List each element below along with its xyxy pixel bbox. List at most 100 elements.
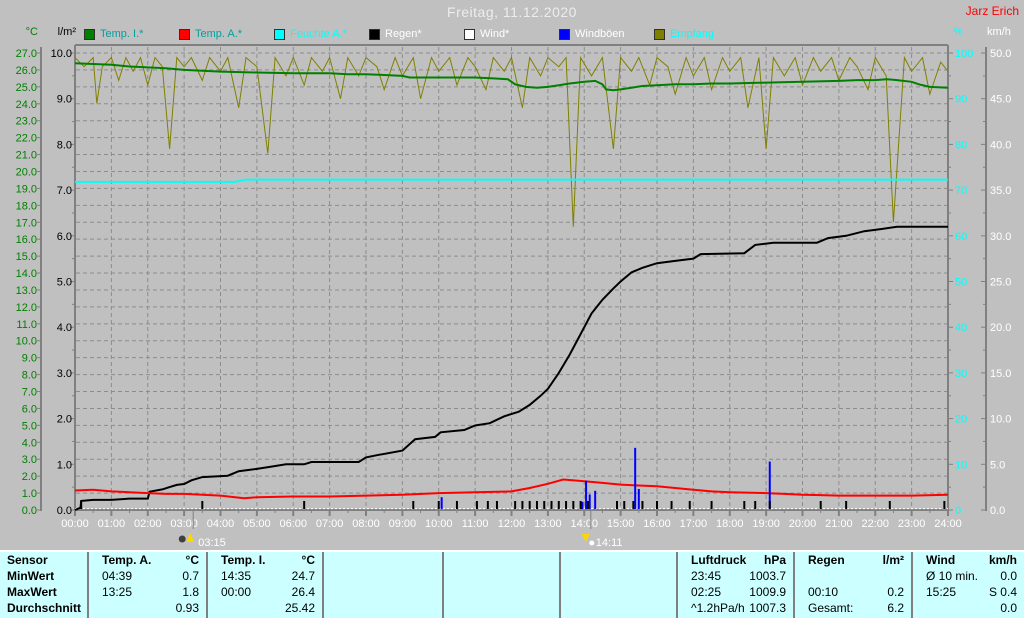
x-tick-label: 11:00 [462, 518, 489, 530]
weather-app-window: Freitag, 11.12.2020 Jarz Erich °C l/m² T… [0, 0, 1024, 618]
y-tick-label-wind: 10.0 [990, 414, 1011, 426]
y-tick-label-rain: 0.0 [57, 505, 72, 517]
y-tick-label-celsius: 20.0 [16, 166, 37, 178]
y-tick-label-rain: 8.0 [57, 139, 72, 151]
stat-value-cell: S 0.4 [989, 584, 1024, 600]
y-tick-label-humidity: 50 [955, 277, 967, 289]
stat-time-cell: ^1.2hPa/h [678, 600, 745, 616]
stat-value-cell [552, 600, 559, 616]
stats-col-row-labels: SensorMinWertMaxWertDurchschnitt [0, 552, 87, 618]
stat-group-unit: °C [186, 552, 206, 568]
stat-group-header: Temp. A. [89, 552, 151, 568]
moon-icon [589, 541, 594, 546]
x-tick-label: 05:00 [243, 518, 271, 530]
x-tick-label: 02:00 [134, 518, 162, 530]
stat-value-cell: 0.0 [1000, 600, 1024, 616]
y-tick-label-celsius: 12.0 [16, 302, 37, 314]
stat-time-cell [913, 600, 926, 616]
stat-group-unit [669, 552, 676, 568]
y-tick-label-celsius: 8.0 [22, 370, 37, 382]
moon-marker-time: 03:15 [198, 537, 226, 549]
stats-col-wind: Windkm/hØ 10 min.0.015:25S 0.40.0 [911, 552, 1024, 618]
stat-time-cell [444, 600, 457, 616]
y-tick-label-wind: 45.0 [990, 94, 1011, 106]
x-tick-label: 14:00 [570, 518, 598, 530]
y-tick-label-celsius: 13.0 [16, 285, 37, 297]
x-tick-label: 04:00 [207, 518, 235, 530]
y-tick-label-celsius: 17.0 [16, 217, 37, 229]
stat-value-cell [552, 584, 559, 600]
y-tick-label-rain: 6.0 [57, 231, 72, 243]
x-axis: 00:0001:0002:0003:0004:0005:0006:0007:00… [61, 510, 962, 530]
y-tick-label-wind: 25.0 [990, 277, 1011, 289]
stat-value-cell: 0.2 [887, 584, 911, 600]
stat-value-cell: 0.7 [182, 568, 206, 584]
y-tick-label-humidity: 60 [955, 231, 967, 243]
y-tick-label-wind: 50.0 [990, 48, 1011, 60]
y-tick-label-humidity: 80 [955, 139, 967, 151]
x-tick-label: 07:00 [316, 518, 344, 530]
y-tick-label-celsius: 3.0 [22, 454, 37, 466]
series-windböen [442, 448, 770, 509]
y-tick-label-humidity: 0 [955, 505, 961, 517]
y-tick-label-wind: 20.0 [990, 322, 1011, 334]
stat-group-header [444, 552, 457, 568]
stat-group-unit: km/h [989, 552, 1024, 568]
stat-value-cell: 0.93 [176, 600, 206, 616]
x-tick-label: 15:00 [607, 518, 635, 530]
y-tick-label-celsius: 0.0 [22, 505, 37, 517]
y-tick-label-wind: 15.0 [990, 368, 1011, 380]
y-tick-label-celsius: 25.0 [16, 82, 37, 94]
y-tick-label-celsius: 6.0 [22, 403, 37, 415]
y-tick-label-celsius: 22.0 [16, 133, 37, 145]
stat-time-cell: 15:25 [913, 584, 956, 600]
stat-value-cell: 0.0 [1000, 568, 1024, 584]
rain-rate-ticks [81, 501, 944, 509]
stat-value-cell: 1003.7 [749, 568, 793, 584]
x-tick-label: 09:00 [389, 518, 417, 530]
x-tick-label: 03:00 [170, 518, 198, 530]
stat-spacer [80, 552, 87, 568]
stat-group-unit: l/m² [883, 552, 911, 568]
y-tick-label-humidity: 30 [955, 368, 967, 380]
y-tick-label-humidity: 40 [955, 322, 967, 334]
y-tick-label-celsius: 4.0 [22, 437, 37, 449]
stat-value-cell [435, 584, 442, 600]
stat-time-cell [324, 600, 337, 616]
x-tick-label: 22:00 [861, 518, 889, 530]
y-tick-label-celsius: 18.0 [16, 200, 37, 212]
x-tick-label: 24:00 [934, 518, 962, 530]
y-tick-label-celsius: 7.0 [22, 387, 37, 399]
x-tick-label: 08:00 [352, 518, 380, 530]
y-tick-label-celsius: 2.0 [22, 471, 37, 483]
stat-time-cell: 14:35 [208, 568, 251, 584]
y-tick-label-rain: 2.0 [57, 414, 72, 426]
stat-row-label: MinWert [0, 568, 54, 584]
stat-value-cell [435, 600, 442, 616]
y-axis-rain: 0.01.02.03.04.05.06.07.08.09.010.0 [51, 48, 75, 517]
stat-value-cell: 1.8 [182, 584, 206, 600]
x-tick-label: 19:00 [752, 518, 780, 530]
x-tick-label: 13:00 [534, 518, 562, 530]
stat-value-cell [669, 600, 676, 616]
stat-value-cell: 25.42 [285, 600, 322, 616]
x-tick-label: 20:00 [789, 518, 817, 530]
stat-time-cell: Gesamt: [795, 600, 853, 616]
stat-value-cell [669, 568, 676, 584]
y-tick-label-wind: 0.0 [990, 505, 1005, 517]
y-tick-label-rain: 1.0 [57, 459, 72, 471]
stat-group-unit [435, 552, 442, 568]
stat-group-header: Temp. I. [208, 552, 265, 568]
stat-value-cell: 1009.9 [749, 584, 793, 600]
stat-time-cell [561, 600, 574, 616]
stat-time-cell: 00:00 [208, 584, 251, 600]
stat-spacer [80, 584, 87, 600]
y-tick-label-celsius: 11.0 [16, 319, 37, 331]
stat-time-cell [324, 584, 337, 600]
y-tick-label-celsius: 1.0 [22, 488, 37, 500]
stat-group-header: Regen [795, 552, 845, 568]
rise-arrow-icon [186, 533, 194, 542]
y-tick-label-humidity: 90 [955, 94, 967, 106]
stat-value-cell: 26.4 [292, 584, 322, 600]
stat-group-header [561, 552, 574, 568]
